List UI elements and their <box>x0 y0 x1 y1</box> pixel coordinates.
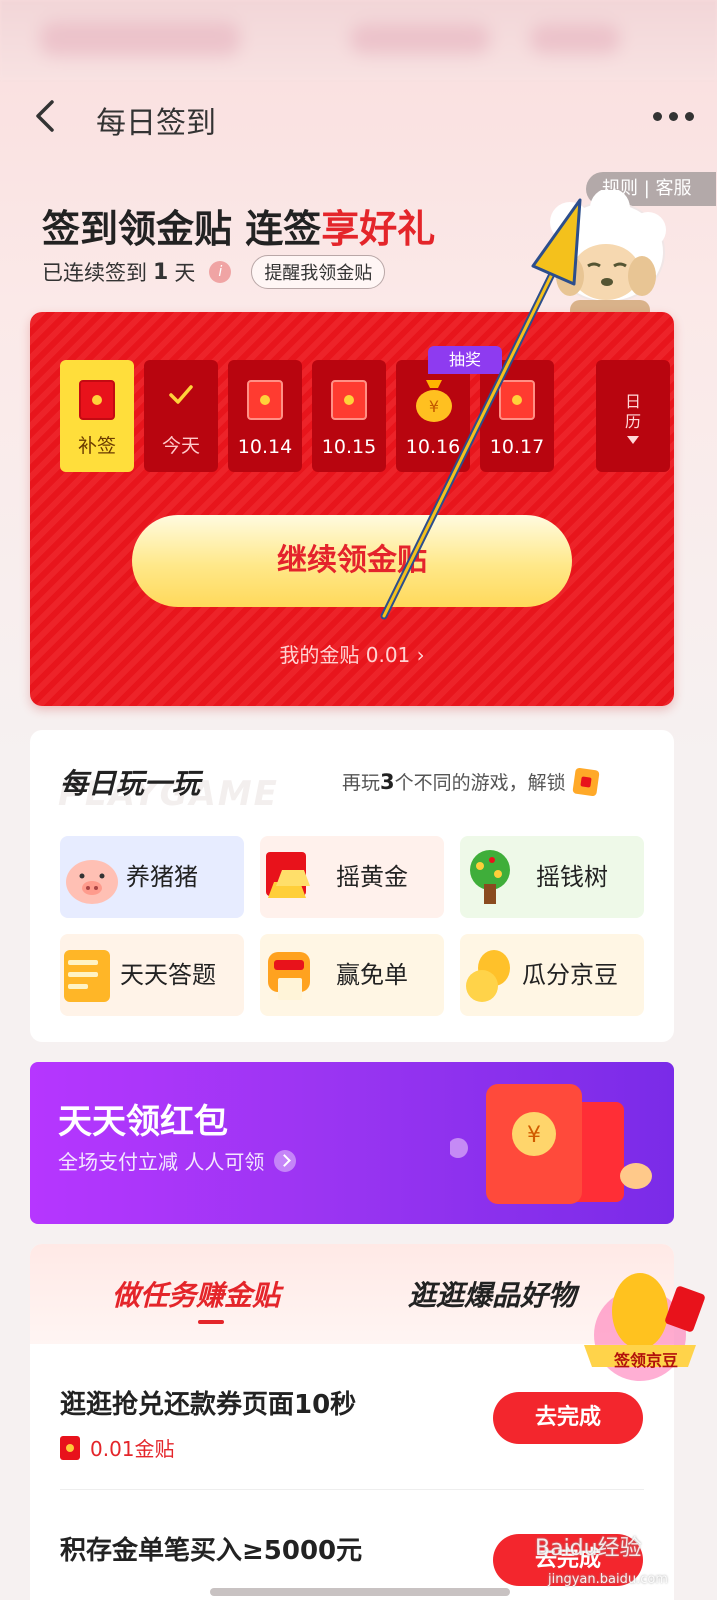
streak-days: 1 <box>153 259 169 285</box>
divider <box>60 1489 644 1490</box>
signin-days-row: 补签 今天 10.14 10.15 ¥ 10.16 10.17 抽奖 日历 <box>60 346 670 476</box>
game-shake-gold[interactable]: 摇黄金 <box>260 836 444 918</box>
red-envelope-icon <box>247 380 283 420</box>
caret-down-icon <box>627 436 639 444</box>
day-label: 10.16 <box>405 436 461 458</box>
hint-suffix: 个不同的游戏，解锁 <box>394 772 566 794</box>
red-envelope-icon <box>79 380 115 420</box>
red-envelope-icon <box>331 380 367 420</box>
headline-text: 签到领金贴 连签 <box>42 207 322 251</box>
quiz-icon <box>64 950 110 1002</box>
game-win-free-order[interactable]: 赢免单 <box>260 934 444 1016</box>
money-tree-icon <box>470 850 510 904</box>
money-bag-icon: ¥ <box>416 380 452 422</box>
check-icon <box>169 385 193 404</box>
hint-prefix: 再玩 <box>342 772 381 794</box>
jd-bean-badge-label: 签领京豆 <box>613 1351 678 1370</box>
task-complete-button[interactable]: 去完成 <box>493 1392 643 1444</box>
day-1014[interactable]: 10.14 <box>228 360 302 472</box>
hint-count: 3 <box>380 769 395 794</box>
day-1016[interactable]: ¥ 10.16 <box>396 360 470 472</box>
home-indicator[interactable] <box>210 1588 510 1596</box>
day-today[interactable]: 今天 <box>144 360 218 472</box>
my-gold-link[interactable]: 我的金贴 0.01 › <box>30 639 674 668</box>
chevron-right-icon <box>274 1149 297 1172</box>
status-bar-blurred <box>0 0 717 80</box>
calendar-label: 日历 <box>625 392 642 431</box>
red-envelope-icon <box>499 380 535 420</box>
jd-bean-floating-badge[interactable]: 签领京豆 <box>570 1265 710 1385</box>
red-packet-illustration-icon: ¥ <box>450 1084 652 1204</box>
game-label: 摇钱树 <box>536 863 608 891</box>
tab-browse-products[interactable]: 逛逛爆品好物 <box>408 1274 576 1314</box>
streak-prefix: 已连续签到 <box>42 261 147 285</box>
games-title: 每日玩一玩 <box>60 767 201 800</box>
day-label: 10.15 <box>321 436 377 458</box>
gold-bar-icon <box>266 852 310 898</box>
tab-earn-gold[interactable]: 做任务赚金贴 <box>112 1274 280 1314</box>
day-1015[interactable]: 10.15 <box>312 360 386 472</box>
more-options-icon[interactable] <box>649 102 697 130</box>
game-label: 瓜分京豆 <box>522 961 618 989</box>
nav-bar: 每日签到 <box>0 88 717 144</box>
game-label: 摇黄金 <box>336 863 408 891</box>
baidu-watermark-url: jingyan.baidu.com <box>548 1572 668 1587</box>
info-icon[interactable]: i <box>209 261 232 283</box>
task-reward-amount: 0.01金贴 <box>90 1437 175 1461</box>
headline-highlight: 享好礼 <box>321 207 436 251</box>
day-label: 今天 <box>161 435 200 457</box>
day-label: 10.17 <box>489 436 545 458</box>
signin-card: 补签 今天 10.14 10.15 ¥ 10.16 10.17 抽奖 日历 继续… <box>30 312 674 706</box>
remind-me-button[interactable]: 提醒我领金贴 <box>251 255 386 289</box>
continue-collect-button[interactable]: 继续领金贴 <box>132 515 572 607</box>
day-makeup[interactable]: 补签 <box>60 360 134 472</box>
tab-indicator <box>198 1320 224 1324</box>
game-daily-quiz[interactable]: 天天答题 <box>60 934 244 1016</box>
game-label: 养猪猪 <box>126 863 198 891</box>
baidu-watermark: Baidu经验 <box>535 1536 642 1561</box>
game-share-jd-beans[interactable]: 瓜分京豆 <box>460 934 644 1016</box>
game-money-tree[interactable]: 摇钱树 <box>460 836 644 918</box>
svg-text:¥: ¥ <box>429 397 439 416</box>
game-raise-pig[interactable]: 养猪猪 <box>60 836 244 918</box>
free-order-icon <box>268 952 310 1000</box>
daily-games-card: PLAYGAME 每日玩一玩 再玩 3 个不同的游戏，解锁 养猪猪 摇黄金 摇钱… <box>30 730 674 1042</box>
games-unlock-hint: 再玩 3 个不同的游戏，解锁 <box>342 766 600 797</box>
banner-title: 天天领红包 <box>58 1102 228 1142</box>
pig-icon <box>66 860 118 904</box>
daily-red-packet-banner[interactable]: 天天领红包 全场支付立减 人人可领 ¥ <box>30 1062 674 1224</box>
page-title: 每日签到 <box>96 106 216 141</box>
banner-subtitle: 全场支付立减 人人可领 <box>58 1150 265 1174</box>
reward-envelope-icon <box>571 766 600 797</box>
headline: 签到领金贴 连签享好礼 <box>42 198 435 253</box>
game-label: 赢免单 <box>336 961 408 989</box>
streak-suffix: 天 <box>174 261 196 285</box>
day-label: 10.14 <box>237 436 293 458</box>
banner-subtitle-row: 全场支付立减 人人可领 <box>58 1146 297 1175</box>
sheep-mascot-icon <box>530 188 670 325</box>
back-arrow-icon[interactable] <box>28 96 68 136</box>
red-envelope-icon <box>60 1435 80 1460</box>
jd-bean-icon <box>466 950 510 1002</box>
lottery-tag: 抽奖 <box>428 346 502 374</box>
day-1017[interactable]: 10.17 <box>480 360 554 472</box>
calendar-button[interactable]: 日历 <box>596 360 670 472</box>
svg-text:¥: ¥ <box>527 1123 541 1148</box>
day-label: 补签 <box>77 435 116 457</box>
streak-row: 已连续签到 1 天 i 提醒我领金贴 <box>42 255 386 289</box>
game-label: 天天答题 <box>120 961 216 989</box>
